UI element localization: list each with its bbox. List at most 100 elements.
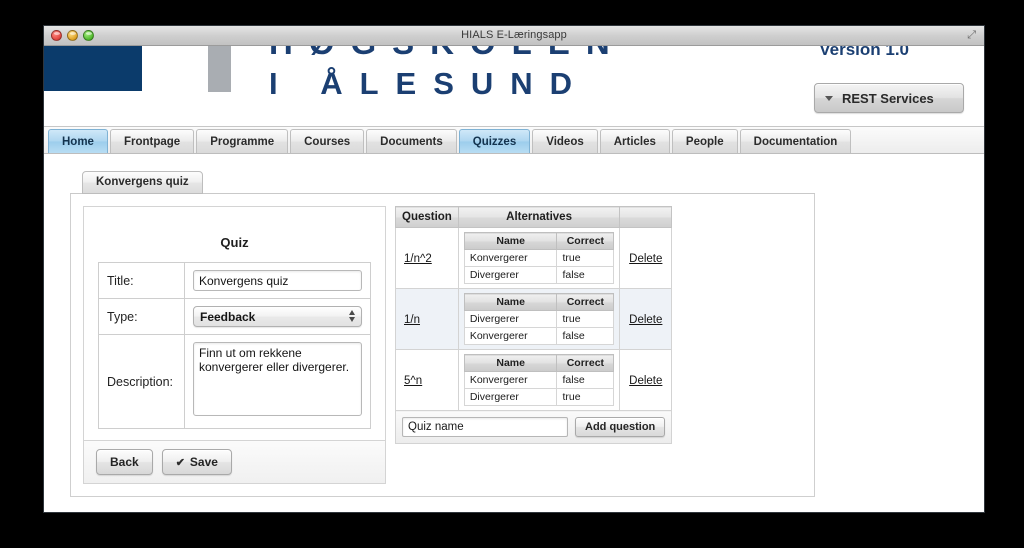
app-window: HIALS E-Læringsapp ⤢ HØGSKOLEN I ÅLESUND…: [44, 26, 984, 512]
window-titlebar: HIALS E-Læringsapp ⤢: [44, 26, 984, 46]
alternative-correct: true: [556, 249, 615, 267]
question-name-cell: 5^n: [395, 349, 459, 411]
quiz-form-heading: Quiz: [220, 235, 249, 250]
alternative-row: Divergerer true: [463, 310, 615, 328]
wordmark-top-line: HØGSKOLEN: [269, 46, 626, 62]
quiz-name-input[interactable]: [402, 417, 568, 437]
alternative-name: Konvergerer: [463, 371, 558, 389]
description-label: Description:: [98, 334, 185, 429]
alt-header-name: Name: [463, 293, 558, 311]
alternatives-header-row: Name Correct: [463, 232, 615, 250]
questions-table-body: 1/n^2 Name Correct Konvergerer true Divergere…: [394, 227, 673, 444]
alternatives-table: Name Correct Divergerer true Konvergerer fals…: [463, 293, 615, 345]
alternatives-cell: Name Correct Konvergerer true Divergerer fals…: [457, 227, 621, 289]
nav-tab-quizzes[interactable]: Quizzes: [458, 129, 531, 153]
type-select[interactable]: Feedback: [193, 306, 362, 327]
title-row: Title:: [98, 262, 371, 299]
title-label: Title:: [98, 262, 185, 299]
question-link[interactable]: 1/n: [401, 314, 420, 326]
alt-header-correct: Correct: [556, 232, 615, 250]
question-link[interactable]: 5^n: [401, 375, 422, 387]
alt-header-correct: Correct: [556, 293, 615, 311]
nav-tab-courses[interactable]: Courses: [290, 129, 365, 153]
device-bezel: HIALS E-Læringsapp ⤢ HØGSKOLEN I ÅLESUND…: [0, 0, 1024, 548]
question-row: 1/n Name Correct Divergerer true Konvergerer f…: [395, 288, 673, 350]
alternative-row: Konvergerer false: [463, 327, 615, 345]
logo-gray-bar: [208, 46, 231, 92]
alternative-correct: false: [556, 327, 615, 345]
delete-cell: Delete: [619, 288, 673, 350]
title-input-cell: [184, 262, 371, 299]
nav-tab-programme[interactable]: Programme: [196, 129, 289, 153]
alternative-name: Divergerer: [463, 388, 558, 406]
nav-tab-home[interactable]: Home: [48, 129, 108, 153]
alternative-name: Konvergerer: [463, 249, 558, 267]
delete-cell: Delete: [619, 349, 673, 411]
window-title: HIALS E-Læringsapp: [461, 29, 567, 41]
question-row: 1/n^2 Name Correct Konvergerer true Divergere…: [395, 227, 673, 289]
panel-tabstrip: Konvergens quiz: [70, 170, 815, 194]
header-alternatives: Alternatives: [457, 206, 621, 228]
alternative-name: Divergerer: [463, 310, 558, 328]
alternatives-header-row: Name Correct: [463, 354, 615, 372]
question-link[interactable]: 1/n^2: [401, 253, 432, 265]
check-icon: ✔: [175, 456, 185, 469]
description-input-cell: [184, 334, 371, 429]
question-name-cell: 1/n^2: [395, 227, 459, 289]
delete-question-link[interactable]: Delete: [629, 375, 662, 387]
resize-icon[interactable]: ⤢: [967, 30, 976, 41]
question-name-cell: 1/n: [395, 288, 459, 350]
alternatives-table: Name Correct Konvergerer true Divergerer fals…: [463, 232, 615, 284]
alternative-row: Konvergerer true: [463, 249, 615, 267]
alternative-name: Konvergerer: [463, 327, 558, 345]
add-question-row: Add question: [394, 410, 673, 444]
delete-question-link[interactable]: Delete: [629, 253, 662, 265]
back-button[interactable]: Back: [96, 449, 153, 475]
main-navigation: Home Frontpage Programme Courses Documents Qu…: [44, 126, 984, 154]
nav-tab-videos[interactable]: Videos: [532, 129, 598, 153]
save-button[interactable]: ✔ Save: [161, 449, 232, 475]
description-textarea[interactable]: [193, 342, 362, 416]
alternative-correct: true: [556, 310, 615, 328]
add-question-button[interactable]: Add question: [575, 417, 666, 437]
alternative-correct: false: [556, 371, 615, 389]
header-action: [619, 206, 673, 228]
quiz-form-card: Quiz Title: Type:: [83, 206, 386, 484]
alternatives-cell: Name Correct Konvergerer false Divergerer tru…: [457, 349, 621, 411]
nav-tab-frontpage[interactable]: Frontpage: [109, 129, 195, 153]
nav-tab-documentation[interactable]: Documentation: [739, 129, 852, 153]
version-label: Version 1.0: [819, 46, 909, 59]
rest-services-button[interactable]: REST Services: [814, 83, 964, 113]
delete-question-link[interactable]: Delete: [629, 314, 662, 326]
back-button-label: Back: [110, 455, 139, 469]
save-button-label: Save: [189, 455, 218, 469]
nav-tab-documents[interactable]: Documents: [366, 129, 457, 153]
header-question: Question: [395, 206, 459, 228]
alternatives-table: Name Correct Konvergerer false Divergerer tru…: [463, 354, 615, 406]
site-wordmark: I ÅLESUND: [269, 66, 590, 101]
alternative-row: Divergerer true: [463, 388, 615, 406]
title-input[interactable]: [193, 270, 362, 291]
chevron-down-icon: [825, 95, 833, 101]
site-header: HØGSKOLEN I ÅLESUND Version 1.0 REST Ser…: [44, 46, 984, 126]
alternatives-header-row: Name Correct: [463, 293, 615, 311]
tab-konvergens-quiz[interactable]: Konvergens quiz: [82, 171, 203, 194]
stepper-icon: [349, 310, 355, 322]
questions-header-row: Question Alternatives: [395, 206, 673, 228]
alternative-row: Konvergerer false: [463, 371, 615, 389]
type-label: Type:: [98, 298, 185, 335]
alternative-correct: true: [556, 388, 615, 406]
quiz-form-table: Title: Type: Feedback: [98, 262, 371, 429]
alternative-correct: false: [556, 266, 615, 284]
question-row: 5^n Name Correct Konvergerer false Divergerer…: [395, 349, 673, 411]
nav-tab-articles[interactable]: Articles: [599, 129, 670, 153]
delete-cell: Delete: [619, 227, 673, 289]
quiz-panel: Quiz Title: Type:: [70, 194, 815, 497]
quiz-form-footer: Back ✔ Save: [84, 440, 385, 483]
logo-block: [44, 46, 142, 91]
add-question-cell: Add question: [394, 410, 673, 444]
nav-tab-people[interactable]: People: [671, 129, 738, 153]
alt-header-name: Name: [463, 354, 558, 372]
questions-section: Question Alternatives 1/n^2 Name Correct Ko…: [394, 206, 673, 444]
type-select-cell: Feedback: [184, 298, 371, 335]
